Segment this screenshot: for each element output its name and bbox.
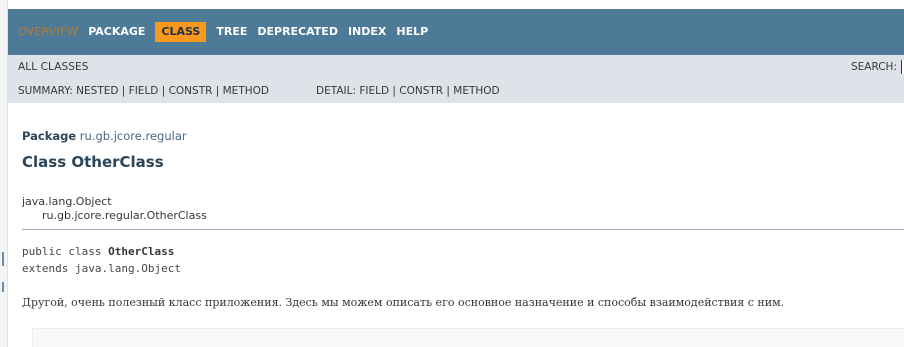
summary-links[interactable]: SUMMARY: NESTED | FIELD | CONSTR | METHO…: [18, 85, 269, 97]
edge-marker: [2, 252, 4, 266]
detail-links[interactable]: DETAIL: FIELD | CONSTR | METHOD: [316, 85, 500, 97]
left-window-edge: [0, 0, 8, 347]
nav-index[interactable]: INDEX: [348, 22, 392, 42]
inheritance-parent: java.lang.Object: [22, 195, 112, 208]
all-classes-link[interactable]: ALL CLASSES: [18, 61, 89, 73]
divider: [22, 229, 904, 230]
class-signature: public class OtherClass: [22, 245, 174, 258]
nav-package[interactable]: PACKAGE: [88, 22, 151, 42]
signature-class-name: OtherClass: [108, 245, 175, 258]
search-area: SEARCH:: [851, 60, 904, 74]
nav-deprecated[interactable]: DEPRECATED: [257, 22, 344, 42]
signature-prefix: public class: [22, 245, 109, 258]
top-navigation-bar: OVERVIEW PACKAGE CLASS TREE DEPRECATED I…: [8, 9, 904, 55]
nav-class: CLASS: [155, 22, 207, 42]
summary-section: [32, 328, 904, 347]
class-description: Другой, очень полезный класс приложения.…: [22, 296, 785, 309]
nav-help[interactable]: HELP: [396, 22, 434, 42]
class-extends: extends java.lang.Object: [22, 262, 181, 275]
nav-overview: OVERVIEW: [18, 25, 79, 38]
inheritance-child: ru.gb.jcore.regular.OtherClass: [42, 209, 207, 222]
nav-tree[interactable]: TREE: [216, 22, 253, 42]
search-label: SEARCH:: [850, 61, 897, 73]
nav-list: OVERVIEW PACKAGE CLASS TREE DEPRECATED I…: [18, 22, 438, 42]
package-name[interactable]: ru.gb.jcore.regular: [80, 129, 187, 143]
class-content: Package ru.gb.jcore.regular Class OtherC…: [8, 103, 904, 347]
package-line: Package ru.gb.jcore.regular: [22, 129, 187, 143]
sub-navigation-bar: ALL CLASSES SEARCH: SUMMARY: NESTED | FI…: [8, 55, 904, 103]
edge-marker: [2, 282, 4, 292]
package-label: Package: [22, 129, 77, 143]
page-title: Class OtherClass: [22, 153, 164, 171]
